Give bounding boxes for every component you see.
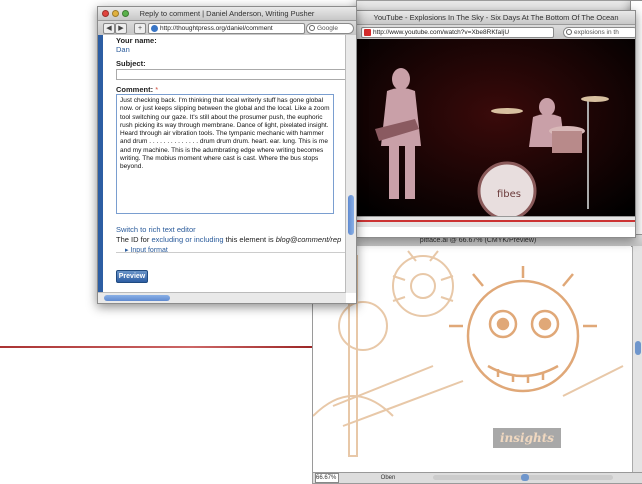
- comment-label: Comment: *: [116, 85, 159, 94]
- illustrator-scroll-thumb[interactable]: [635, 341, 641, 355]
- video-controls[interactable]: [357, 216, 635, 227]
- comment-url-field[interactable]: http://thoughtpress.org/daniel/comment: [148, 23, 305, 34]
- status-mode: Oben: [380, 475, 396, 481]
- subject-input[interactable]: [116, 69, 352, 80]
- robot-face: [449, 266, 597, 393]
- video-player[interactable]: fibes: [357, 39, 635, 227]
- illustrator-window: pitface.ai @ 66.67% (CMYK/Preview) insig…: [312, 234, 642, 484]
- google-search-field[interactable]: Google: [306, 23, 354, 34]
- illustrator-title: pitface.ai @ 66.67% (CMYK/Preview): [419, 237, 537, 244]
- desktop-line: [0, 346, 320, 348]
- site-favicon-icon: [151, 25, 158, 32]
- illustrator-statusbar: 66.67% Oben: [313, 472, 642, 483]
- id-info-text: The ID for excluding or including this e…: [116, 235, 342, 244]
- rich-text-editor-link[interactable]: Switch to rich text editor: [116, 225, 196, 234]
- comment-textarea[interactable]: Just checking back. I'm thinking that lo…: [116, 94, 334, 214]
- excluding-including-link[interactable]: excluding or including: [151, 235, 223, 244]
- comment-window-titlebar[interactable]: Reply to comment | Daniel Anderson, Writ…: [98, 7, 356, 21]
- comment-browser-window: Reply to comment | Daniel Anderson, Writ…: [97, 6, 357, 304]
- add-bookmark-button[interactable]: +: [134, 23, 146, 34]
- pitface-artwork: [313, 250, 624, 457]
- youtube-url-field[interactable]: http://www.youtube.com/watch?v=Xbe8RKfaI…: [361, 27, 554, 38]
- divider: [116, 252, 348, 253]
- svg-text:fibes: fibes: [497, 189, 521, 200]
- comment-scroll-thumb[interactable]: [348, 195, 354, 235]
- name-value: Dan: [116, 45, 130, 54]
- forward-button[interactable]: ▶: [115, 23, 127, 34]
- element-id-value: blog@comment/rep: [275, 235, 342, 244]
- gear-artwork: [313, 250, 624, 457]
- comment-form-page: Your name: Dan Subject: Comment: * Just …: [98, 35, 352, 293]
- illustrator-hscroll-thumb[interactable]: [521, 474, 529, 481]
- youtube-window: YouTube - Explosions In The Sky - Six Da…: [356, 10, 636, 238]
- comment-hscroll-thumb[interactable]: [104, 295, 170, 301]
- illustrator-vscroll[interactable]: [632, 246, 642, 472]
- subject-label: Subject:: [116, 59, 146, 68]
- zoom-button[interactable]: [122, 10, 129, 17]
- required-marker: *: [155, 85, 159, 94]
- close-button[interactable]: [102, 10, 109, 17]
- search-icon: [566, 29, 572, 35]
- minimize-button[interactable]: [112, 10, 119, 17]
- youtube-search-field[interactable]: explosions in th: [563, 27, 635, 38]
- comment-horizontal-scrollbar[interactable]: [98, 292, 346, 303]
- concert-video-frame: fibes: [357, 39, 635, 227]
- video-progress-bar[interactable]: [357, 220, 635, 222]
- youtube-titlebar[interactable]: YouTube - Explosions In The Sky - Six Da…: [357, 11, 635, 25]
- youtube-toolbar: http://www.youtube.com/watch?v=Xbe8RKfaI…: [357, 25, 635, 40]
- insights-label: insights: [493, 428, 561, 448]
- back-button[interactable]: ◀: [103, 23, 115, 34]
- illustrator-hscroll[interactable]: [433, 474, 613, 481]
- youtube-title: YouTube - Explosions In The Sky - Six Da…: [373, 13, 619, 22]
- search-icon: [309, 25, 315, 31]
- preview-button[interactable]: Preview: [116, 270, 148, 283]
- comment-window-title: Reply to comment | Daniel Anderson, Writ…: [139, 9, 315, 18]
- illustrator-canvas[interactable]: insights: [313, 246, 631, 472]
- comment-window-toolbar: ◀ ▶ + http://thoughtpress.org/daniel/com…: [98, 21, 356, 36]
- comment-vertical-scrollbar[interactable]: [345, 35, 356, 293]
- youtube-favicon-icon: [364, 29, 371, 36]
- name-label: Your name:: [116, 36, 157, 45]
